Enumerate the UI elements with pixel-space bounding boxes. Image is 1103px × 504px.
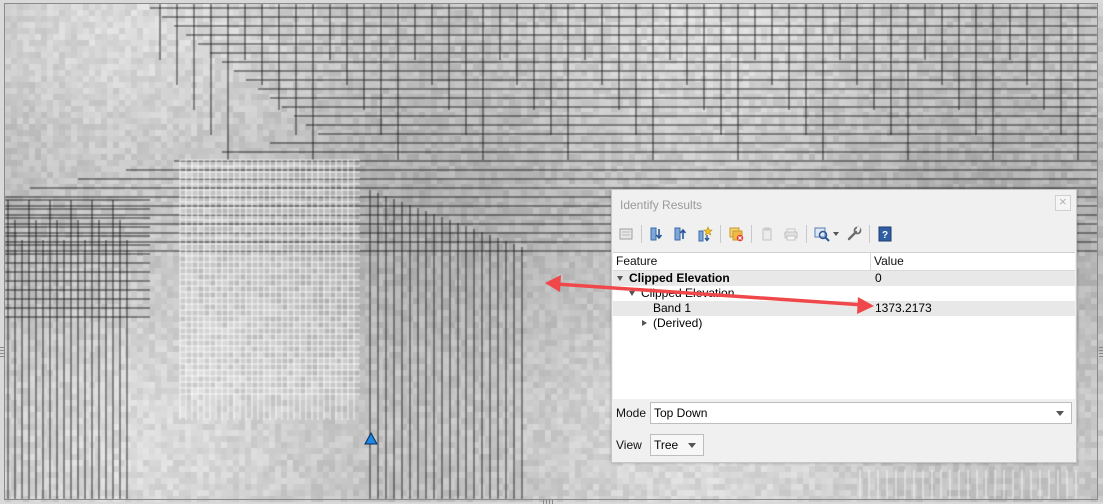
tree-header: Feature Value (613, 253, 1075, 271)
location-marker-icon[interactable] (364, 432, 378, 446)
identify-toolbar: ? (616, 222, 899, 246)
identify-results-tree[interactable]: Feature Value Clipped Elevation 0 Clippe… (613, 252, 1075, 399)
feature-column-header[interactable]: Feature (613, 253, 871, 270)
svg-text:?: ? (882, 230, 888, 241)
collapse-tree-icon[interactable] (671, 224, 691, 244)
feature-name: Clipped Elevation (641, 286, 735, 300)
left-splitter-handle[interactable] (0, 347, 4, 359)
collapsed-arrow-icon[interactable] (642, 320, 647, 326)
expand-new-results-icon[interactable] (695, 224, 715, 244)
view-label: View (616, 438, 642, 452)
derived-name: (Derived) (653, 316, 703, 330)
mode-label: Mode (616, 406, 647, 420)
identify-results-panel: Identify Results × ? Feature Value Clipp… (611, 189, 1077, 463)
row-value (871, 316, 875, 331)
toolbar-separator (641, 225, 642, 243)
clear-highlights-icon[interactable] (726, 224, 746, 244)
toolbar-separator (720, 225, 721, 243)
view-select-value: Tree (654, 438, 679, 452)
toolbar-separator (806, 225, 807, 243)
tree-row[interactable]: (Derived) (613, 316, 1075, 331)
row-value (871, 286, 875, 301)
band-name: Band 1 (653, 301, 692, 315)
mode-select[interactable]: Top Down (650, 402, 1072, 424)
value-column-header[interactable]: Value (871, 253, 904, 270)
identify-selection-mode-icon[interactable] (812, 224, 832, 244)
layer-name: Clipped Elevation (629, 271, 730, 285)
expand-tree-icon[interactable] (647, 224, 667, 244)
tree-row[interactable]: Clipped Elevation 0 (613, 271, 1075, 286)
close-icon[interactable] (1055, 194, 1071, 211)
row-value: 0 (875, 271, 882, 285)
selection-mode-dropdown[interactable] (832, 224, 840, 244)
bottom-splitter-handle[interactable] (543, 500, 555, 504)
help-icon[interactable]: ? (875, 224, 895, 244)
toolbar-separator (751, 225, 752, 243)
panel-title: Identify Results (620, 198, 703, 212)
view-select[interactable]: Tree (650, 434, 704, 456)
band-value: 1373.2173 (875, 301, 932, 315)
view-row: View Tree (616, 434, 704, 456)
mode-row: Mode Top Down (616, 402, 1072, 424)
tree-row[interactable]: Band 1 1373.2173 (613, 301, 1075, 316)
mode-select-value: Top Down (654, 406, 708, 420)
settings-wrench-icon[interactable] (844, 224, 864, 244)
right-splitter-handle[interactable] (1099, 347, 1103, 359)
tree-row[interactable]: Clipped Elevation (613, 286, 1075, 301)
expand-arrow-icon[interactable] (629, 291, 635, 296)
copy-feature-icon[interactable] (757, 224, 777, 244)
print-icon[interactable] (781, 224, 801, 244)
clear-results-icon[interactable] (616, 224, 636, 244)
expand-arrow-icon[interactable] (617, 276, 623, 281)
toolbar-separator (869, 225, 870, 243)
